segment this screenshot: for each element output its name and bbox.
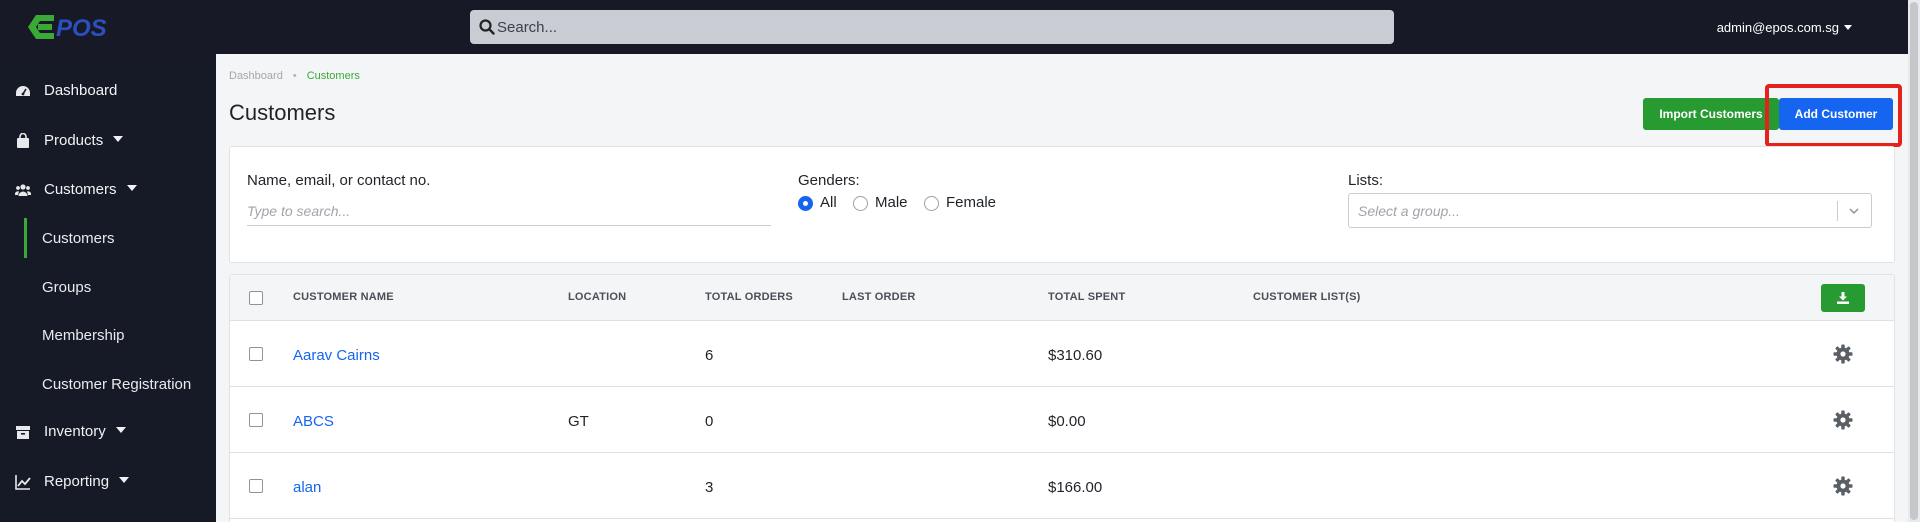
sidebar-subitem-label: Membership [42,327,125,344]
breadcrumb-current: Customers [306,70,360,82]
cell-location: GT [568,413,589,430]
svg-text:POS: POS [56,15,107,42]
caret-down-icon [119,477,130,483]
radio-button[interactable] [798,196,813,211]
breadcrumb-separator: • [292,70,297,82]
caret-down-icon [126,185,137,191]
search-placeholder: Search... [497,19,558,36]
cell-total-orders: 3 [705,479,714,496]
row-checkbox[interactable] [249,347,263,361]
customers-table: CUSTOMER NAME LOCATION TOTAL ORDERS LAST… [229,274,1895,522]
sidebar: Dashboard Products Customers Customers G… [0,54,216,522]
breadcrumb-home[interactable]: Dashboard [229,70,283,82]
sidebar-subitem-label: Customer Registration [42,376,192,393]
download-icon [1837,292,1849,304]
chevron-down-icon[interactable] [1847,204,1861,218]
lists-select-placeholder: Select a group... [1358,203,1460,219]
table-row: Aarav Cairns 6 $310.60 [230,321,1894,387]
cell-total-spent: $310.60 [1048,347,1103,364]
radio-label: All [820,194,837,211]
breadcrumb: Dashboard • Customers [229,70,360,82]
select-divider [1837,201,1838,221]
column-header-customer-lists[interactable]: CUSTOMER LIST(S) [1253,291,1361,303]
column-header-total-orders[interactable]: TOTAL ORDERS [705,291,793,303]
user-menu[interactable]: admin@epos.com.sg [1717,20,1852,35]
scrollbar-thumb[interactable] [1910,2,1918,520]
sidebar-subitem-label: Customers [42,230,115,247]
gear-icon[interactable] [1833,476,1853,496]
dashboard-icon [16,86,30,96]
table-row: alan 3 $166.00 [230,453,1894,519]
sidebar-subitem-groups[interactable]: Groups [0,267,216,307]
vertical-scrollbar[interactable] [1908,0,1920,522]
archive-icon [16,426,30,439]
gear-icon[interactable] [1833,410,1853,430]
sidebar-item-label: Customers [44,181,117,198]
column-header-location[interactable]: LOCATION [568,291,626,303]
chart-line-icon [15,475,31,490]
sidebar-item-products[interactable]: Products [0,121,216,161]
sidebar-item-label: Reporting [44,473,110,490]
main-content: Dashboard • Customers Customers Import Cus… [216,54,1908,522]
epos-logo[interactable]: POS [26,11,130,43]
lists-filter-label: Lists: [1348,172,1384,189]
filters-card: Name, email, or contact no. Type to sear… [229,146,1895,263]
customer-name-link[interactable]: ABCS [293,413,334,430]
add-customer-button[interactable]: Add Customer [1779,98,1893,130]
table-header: CUSTOMER NAME LOCATION TOTAL ORDERS LAST… [230,275,1894,321]
row-checkbox[interactable] [249,413,263,427]
sidebar-subitem-membership[interactable]: Membership [0,315,216,355]
radio-button[interactable] [924,196,939,211]
sidebar-item-reporting[interactable]: Reporting [0,462,216,502]
search-icon [479,19,495,35]
radio-label: Male [875,194,908,211]
sidebar-item-label: Dashboard [44,82,118,99]
sidebar-subitem-customers[interactable]: Customers [0,218,216,258]
sidebar-item-label: Inventory [44,423,106,440]
sidebar-item-inventory[interactable]: Inventory [0,412,216,452]
sidebar-item-label: Products [44,132,104,149]
global-search-input[interactable]: Search... [470,10,1394,44]
gender-filter-label: Genders: [798,172,860,189]
column-header-last-order[interactable]: LAST ORDER [842,291,916,303]
sidebar-subitem-customer-registration[interactable]: Customer Registration [0,364,216,404]
top-bar: POS Search... admin@epos.com.sg [0,0,1908,54]
cell-total-orders: 6 [705,347,714,364]
caret-down-icon [115,427,126,433]
user-email: admin@epos.com.sg [1716,20,1839,35]
lists-select[interactable]: Select a group... [1348,193,1872,228]
row-checkbox[interactable] [249,479,263,493]
sidebar-item-dashboard[interactable]: Dashboard [0,71,216,111]
caret-down-icon [113,136,124,142]
radio-label: Female [946,194,997,211]
name-filter-label: Name, email, or contact no. [247,172,431,189]
page-title: Customers [229,100,336,125]
users-icon [15,184,31,196]
customer-search-input[interactable]: Type to search... [247,194,771,226]
customer-name-link[interactable]: Aarav Cairns [293,347,380,364]
export-button[interactable] [1821,284,1865,312]
gear-icon[interactable] [1833,344,1853,364]
shopping-bag-icon [17,133,29,148]
chevron-down-icon [1844,25,1852,30]
column-header-total-spent[interactable]: TOTAL SPENT [1048,291,1125,303]
column-header-customer-name[interactable]: CUSTOMER NAME [293,291,394,303]
select-all-checkbox[interactable] [249,291,263,305]
cell-total-spent: $166.00 [1048,479,1103,496]
customer-name-link[interactable]: alan [293,479,321,496]
cell-total-orders: 0 [705,413,714,430]
radio-button[interactable] [853,196,868,211]
cell-total-spent: $0.00 [1048,413,1086,430]
sidebar-item-customers[interactable]: Customers [0,170,216,210]
table-row: ABCS GT 0 $0.00 [230,387,1894,453]
import-customers-button[interactable]: Import Customers [1643,98,1779,130]
sidebar-subitem-label: Groups [42,279,92,296]
